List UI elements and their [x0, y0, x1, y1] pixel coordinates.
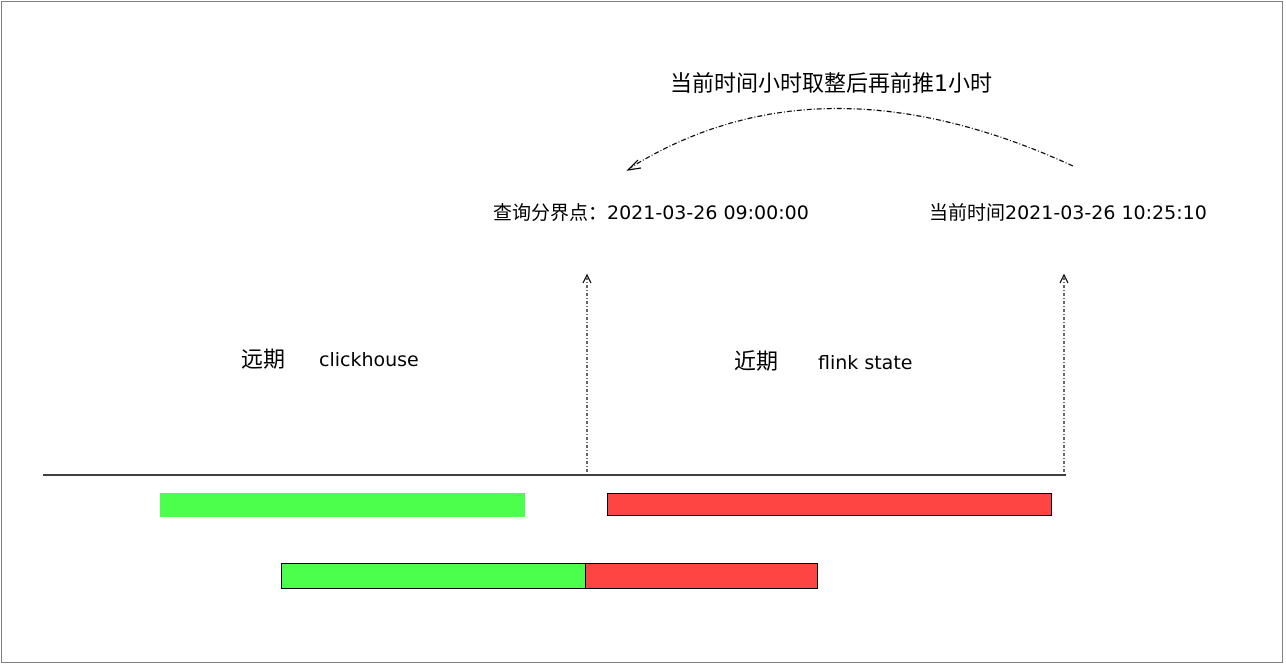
- boundary-label: 查询分界点：2021-03-26 09:00:00: [493, 202, 809, 224]
- current-time-label: 当前时间2021-03-26 10:25:10: [929, 202, 1207, 224]
- near-period-label: 近期: [734, 350, 779, 375]
- query-far-segment: [281, 563, 586, 589]
- far-range-bar: [160, 493, 525, 517]
- near-range-bar: [607, 493, 1052, 516]
- query-near-segment: [585, 563, 818, 589]
- near-source-label: flink state: [818, 352, 913, 374]
- far-period-label: 远期: [241, 348, 286, 373]
- curved-shift-arrow: [629, 107, 1074, 169]
- arrow-caption: 当前时间小时取整后再前推1小时: [670, 72, 992, 97]
- far-source-label: clickhouse: [319, 349, 419, 371]
